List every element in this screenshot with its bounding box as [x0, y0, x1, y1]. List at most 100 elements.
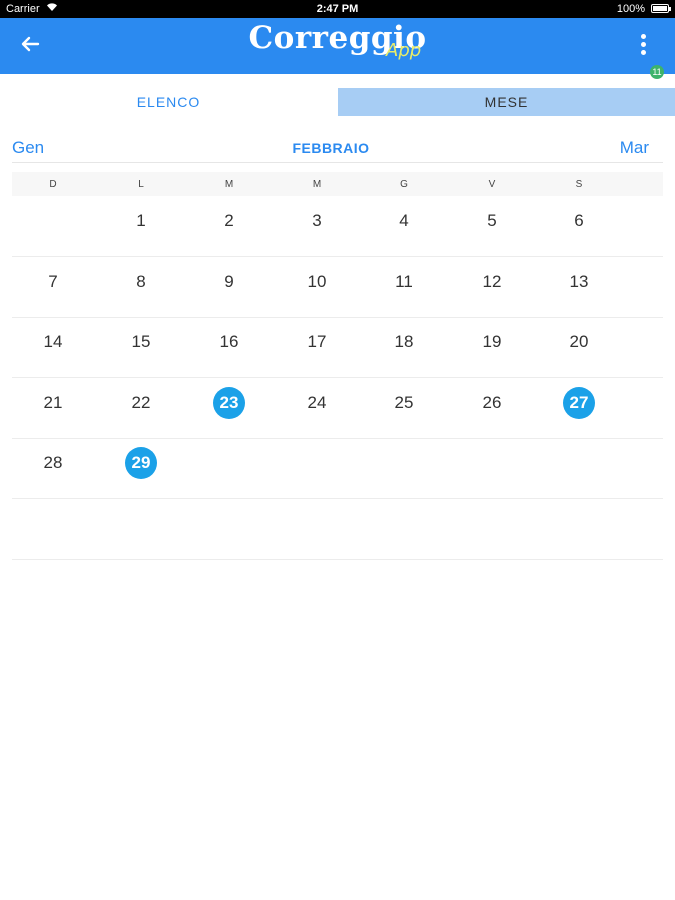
clock: 2:47 PM	[316, 3, 359, 15]
day-number: 14	[43, 332, 63, 351]
calendar-week-row: 1 2 3 4 5 6	[12, 196, 663, 257]
event-day-number: 23	[213, 386, 245, 419]
weekday-label: S	[575, 179, 583, 190]
calendar-week-row: 7 8 9 10 11 12 13	[12, 257, 663, 318]
day-number: 11	[395, 271, 413, 291]
calendar-day-cell[interactable]: 27	[549, 378, 609, 438]
calendar-day-cell[interactable]: 10	[287, 257, 347, 317]
day-number: 13	[569, 271, 589, 291]
calendar-day-cell[interactable]: 25	[374, 378, 434, 438]
calendar-empty-cell	[549, 499, 609, 559]
view-tabs: ELENCO MESE	[0, 88, 675, 116]
weekday-label: M	[224, 179, 234, 190]
calendar-day-cell[interactable]: 20	[549, 317, 609, 377]
day-number: 1	[136, 211, 146, 230]
calendar-day-cell[interactable]: 22	[111, 378, 171, 438]
calendar-empty-cell	[374, 499, 434, 559]
calendar-day-cell[interactable]: 17	[287, 317, 347, 377]
calendar-day-cell[interactable]: 2	[199, 196, 259, 256]
calendar-empty-cell	[462, 499, 522, 559]
calendar-week-row: 14 15 16 17 18 19 20	[12, 317, 663, 378]
calendar-day-cell[interactable]: 9	[199, 257, 259, 317]
notification-badge: 11	[650, 65, 664, 79]
day-number: 18	[394, 332, 414, 351]
day-number: 19	[482, 332, 502, 351]
day-number: 28	[43, 453, 63, 472]
weekday-label: D	[49, 179, 57, 190]
day-number: 16	[219, 332, 239, 351]
calendar-day-cell[interactable]: 21	[23, 378, 83, 438]
current-month-title: FEBBRAIO	[292, 140, 370, 156]
weekday-label: M	[312, 179, 322, 190]
calendar-day-cell[interactable]: 3	[287, 196, 347, 256]
weekday-label: G	[400, 179, 408, 190]
calendar-empty-cell	[199, 499, 259, 559]
month-navigation: Gen FEBBRAIO Mar	[0, 134, 675, 162]
day-number: 3	[312, 211, 322, 230]
day-number: 2	[224, 211, 234, 230]
calendar-week-row: 28 29	[12, 438, 663, 499]
calendar-day-cell[interactable]: 1	[111, 196, 171, 256]
battery-icon	[651, 4, 671, 13]
day-number: 9	[224, 271, 234, 291]
calendar-day-cell[interactable]: 28	[23, 438, 83, 498]
day-number: 5	[487, 211, 497, 230]
weekday-header: D L M M G V S	[12, 172, 663, 196]
calendar-empty-cell	[462, 438, 522, 498]
calendar-empty-cell	[199, 438, 259, 498]
event-day-number: 27	[563, 386, 595, 419]
day-number: 15	[131, 332, 151, 351]
calendar-day-cell[interactable]: 11	[374, 257, 434, 317]
event-day-number: 29	[125, 447, 157, 479]
calendar-week-row	[12, 499, 663, 560]
calendar-day-cell[interactable]: 14	[23, 317, 83, 377]
divider	[12, 162, 663, 163]
more-menu-icon[interactable]	[636, 34, 650, 60]
calendar-empty-cell	[549, 438, 609, 498]
calendar-day-cell[interactable]: 13	[549, 257, 609, 317]
calendar-day-cell[interactable]: 7	[23, 257, 83, 317]
calendar-day-cell[interactable]: 23	[199, 378, 259, 438]
calendar-day-cell[interactable]: 16	[199, 317, 259, 377]
day-number: 17	[307, 332, 327, 351]
calendar-empty-cell	[287, 438, 347, 498]
day-number: 20	[569, 332, 589, 351]
day-number: 21	[43, 392, 63, 412]
day-number: 22	[131, 392, 151, 412]
calendar-day-cell[interactable]: 29	[111, 438, 171, 498]
day-number: 25	[394, 392, 414, 412]
day-number: 26	[482, 392, 502, 412]
calendar-empty-cell	[23, 499, 83, 559]
calendar-day-cell[interactable]: 12	[462, 257, 522, 317]
calendar-empty-cell	[374, 438, 434, 498]
logo-subtitle: App	[386, 40, 422, 61]
day-number: 12	[482, 271, 502, 291]
calendar-day-cell[interactable]: 18	[374, 317, 434, 377]
calendar-day-cell[interactable]: 15	[111, 317, 171, 377]
day-number: 10	[307, 271, 327, 291]
day-number: 6	[574, 211, 584, 230]
calendar-empty-cell	[287, 499, 347, 559]
calendar-day-cell[interactable]: 4	[374, 196, 434, 256]
calendar-day-cell[interactable]: 26	[462, 378, 522, 438]
weekday-label: L	[138, 179, 144, 190]
battery-percent: 100%	[616, 3, 645, 15]
day-number: 24	[307, 392, 327, 412]
tab-elenco[interactable]: ELENCO	[0, 88, 337, 116]
weekday-label: V	[488, 179, 496, 190]
calendar-day-cell[interactable]: 5	[462, 196, 522, 256]
day-number: 7	[48, 271, 58, 291]
tab-mese[interactable]: MESE	[338, 88, 675, 116]
calendar-week-row: 21 22 23 24 25 26 27	[12, 378, 663, 439]
day-number: 4	[399, 211, 409, 230]
calendar-empty-cell	[23, 196, 83, 256]
calendar-day-cell[interactable]: 24	[287, 378, 347, 438]
calendar-day-cell[interactable]: 8	[111, 257, 171, 317]
app-logo: Correggio	[0, 20, 675, 56]
day-number: 8	[136, 271, 146, 291]
calendar-day-cell[interactable]: 19	[462, 317, 522, 377]
app-bar: Correggio App 11	[0, 18, 675, 79]
next-month-button[interactable]: Mar	[620, 138, 649, 158]
status-bar: Carrier 2:47 PM 100%	[0, 0, 675, 18]
calendar-day-cell[interactable]: 6	[549, 196, 609, 256]
